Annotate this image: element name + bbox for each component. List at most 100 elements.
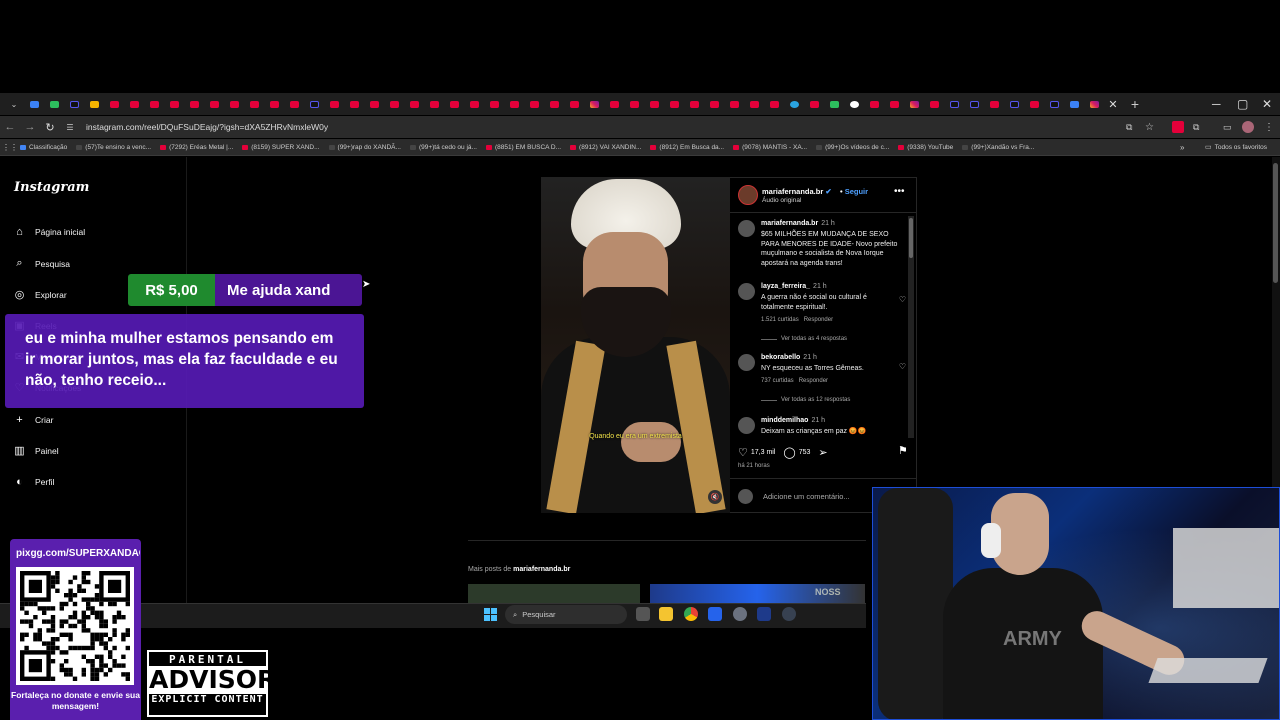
windows-start-icon[interactable] bbox=[484, 608, 497, 621]
apps-icon[interactable]: ⋮⋮ bbox=[0, 143, 20, 152]
url-field[interactable]: instagram.com/reel/DQuFSuDEajg/?igsh=dXA… bbox=[86, 122, 328, 132]
comment-user[interactable]: layza_ferreira_ 21 h bbox=[761, 283, 827, 290]
browser-tab[interactable] bbox=[664, 93, 684, 115]
share-button[interactable]: ➢ bbox=[818, 446, 830, 459]
browser-tab[interactable] bbox=[964, 93, 984, 115]
browser-tab[interactable] bbox=[624, 93, 644, 115]
more-options-icon[interactable]: ••• bbox=[894, 186, 905, 197]
browser-tab[interactable] bbox=[144, 93, 164, 115]
browser-tab[interactable] bbox=[424, 93, 444, 115]
browser-tab[interactable] bbox=[44, 93, 64, 115]
sidebar-item-dashboard[interactable]: ▥ Painel bbox=[13, 444, 58, 457]
bookmark-item[interactable]: (99+)rap do XANDÃ... bbox=[328, 144, 401, 151]
browser-tab[interactable] bbox=[484, 93, 504, 115]
browser-tab[interactable] bbox=[844, 93, 864, 115]
browser-tab[interactable] bbox=[224, 93, 244, 115]
sidebar-item-search[interactable]: ⌕ Pesquisa bbox=[13, 257, 70, 270]
browser-tab[interactable] bbox=[684, 93, 704, 115]
avatar[interactable] bbox=[738, 354, 755, 371]
taskbar-search[interactable]: ⌕ Pesquisar bbox=[505, 605, 627, 624]
bookmark-item[interactable]: (99+)Xandão vs Fra... bbox=[962, 144, 1034, 151]
browser-tab[interactable] bbox=[124, 93, 144, 115]
browser-tab[interactable] bbox=[864, 93, 884, 115]
reload-icon[interactable]: ↻ bbox=[40, 121, 60, 134]
browser-tab[interactable] bbox=[284, 93, 304, 115]
browser-tab[interactable] bbox=[704, 93, 724, 115]
browser-tab[interactable] bbox=[1024, 93, 1044, 115]
minimize-icon[interactable]: ─ bbox=[1212, 93, 1221, 115]
bookmark-item[interactable]: (9078) MANTIS - XA... bbox=[733, 144, 807, 151]
file-explorer-icon[interactable] bbox=[659, 607, 673, 621]
bookmark-item[interactable]: Classificação bbox=[20, 144, 67, 151]
browser-tab[interactable] bbox=[744, 93, 764, 115]
browser-tab[interactable] bbox=[884, 93, 904, 115]
browser-tab[interactable] bbox=[304, 93, 324, 115]
avatar[interactable] bbox=[738, 283, 755, 300]
reply-button[interactable]: Responder bbox=[804, 317, 833, 323]
menu-icon[interactable]: ⋮ bbox=[1264, 122, 1274, 133]
browser-tab[interactable] bbox=[944, 93, 964, 115]
browser-tab[interactable] bbox=[804, 93, 824, 115]
sidebar-item-home[interactable]: ⌂ Página inicial bbox=[13, 225, 85, 238]
comment-user[interactable]: mariafernanda.br 21 h bbox=[761, 220, 835, 227]
page-scrollbar-thumb[interactable] bbox=[1273, 163, 1278, 283]
instagram-logo[interactable]: Instagram bbox=[14, 180, 89, 195]
add-comment-input[interactable]: Adicione um comentário... bbox=[763, 492, 850, 501]
browser-tab[interactable] bbox=[464, 93, 484, 115]
maximize-icon[interactable]: ▢ bbox=[1237, 93, 1248, 115]
heart-icon[interactable]: ♡ bbox=[899, 295, 906, 304]
avatar[interactable] bbox=[738, 185, 758, 205]
browser-tab[interactable] bbox=[244, 93, 264, 115]
chrome-icon[interactable] bbox=[684, 607, 698, 621]
browser-tab[interactable] bbox=[404, 93, 424, 115]
browser-tab[interactable] bbox=[1004, 93, 1024, 115]
audio-link[interactable]: Áudio original bbox=[762, 197, 801, 204]
more-posts-user[interactable]: mariafernanda.br bbox=[513, 566, 570, 573]
view-replies[interactable]: Ver todas as 4 respostas bbox=[761, 336, 847, 342]
browser-tab[interactable] bbox=[84, 93, 104, 115]
post-thumbnail[interactable] bbox=[468, 584, 640, 603]
back-icon[interactable]: ← bbox=[0, 121, 20, 133]
browser-tab[interactable] bbox=[64, 93, 84, 115]
reply-button[interactable]: Responder bbox=[799, 378, 828, 384]
comments-scrollbar-thumb[interactable] bbox=[909, 218, 913, 258]
sidebar-item-compass[interactable]: ◎ Explorar bbox=[13, 288, 67, 301]
browser-tab[interactable] bbox=[984, 93, 1004, 115]
bookmark-item[interactable]: (8159) SUPER XAND... bbox=[242, 144, 320, 151]
browser-tab[interactable] bbox=[1044, 93, 1064, 115]
browser-tab[interactable] bbox=[564, 93, 584, 115]
tab-list-button[interactable]: ⌄ bbox=[4, 93, 24, 115]
browser-tab[interactable] bbox=[204, 93, 224, 115]
browser-tab[interactable] bbox=[824, 93, 844, 115]
bookmark-item[interactable]: (57)Te ensino a venc... bbox=[76, 144, 151, 151]
browser-tab[interactable] bbox=[324, 93, 344, 115]
bookmark-item[interactable]: (8912) VAI XANDIN... bbox=[570, 144, 641, 151]
browser-tab[interactable] bbox=[164, 93, 184, 115]
comment-user[interactable]: minddemilhao 21 h bbox=[761, 417, 825, 424]
app-icon[interactable] bbox=[782, 607, 796, 621]
browser-tab[interactable] bbox=[504, 93, 524, 115]
browser-tab[interactable] bbox=[544, 93, 564, 115]
browser-tab[interactable] bbox=[644, 93, 664, 115]
new-tab-button[interactable]: + bbox=[1126, 96, 1144, 112]
all-favorites[interactable]: ▭ Todos os favoritos bbox=[1205, 143, 1267, 152]
star-icon[interactable]: ☆ bbox=[1145, 122, 1154, 133]
forward-icon[interactable]: → bbox=[20, 121, 40, 133]
avatar[interactable] bbox=[1242, 121, 1254, 133]
browser-tab[interactable] bbox=[724, 93, 744, 115]
browser-tab[interactable] bbox=[104, 93, 124, 115]
app-icon[interactable] bbox=[708, 607, 722, 621]
browser-tab[interactable] bbox=[604, 93, 624, 115]
browser-tab[interactable] bbox=[924, 93, 944, 115]
comment-user[interactable]: bekorabello 21 h bbox=[761, 354, 817, 361]
task-view-icon[interactable] bbox=[636, 607, 650, 621]
browser-tab[interactable] bbox=[264, 93, 284, 115]
browser-tab[interactable] bbox=[24, 93, 44, 115]
sidebar-item-profile[interactable]: ◐ Perfil bbox=[13, 475, 54, 488]
browser-tab[interactable] bbox=[904, 93, 924, 115]
browser-tab[interactable] bbox=[584, 93, 604, 115]
bookmark-item[interactable]: (8912) Em Busca da... bbox=[650, 144, 724, 151]
sidebar-icon[interactable]: ▭ bbox=[1223, 122, 1232, 133]
settings-icon[interactable] bbox=[733, 607, 747, 621]
site-info-icon[interactable]: ☰ bbox=[60, 123, 80, 132]
